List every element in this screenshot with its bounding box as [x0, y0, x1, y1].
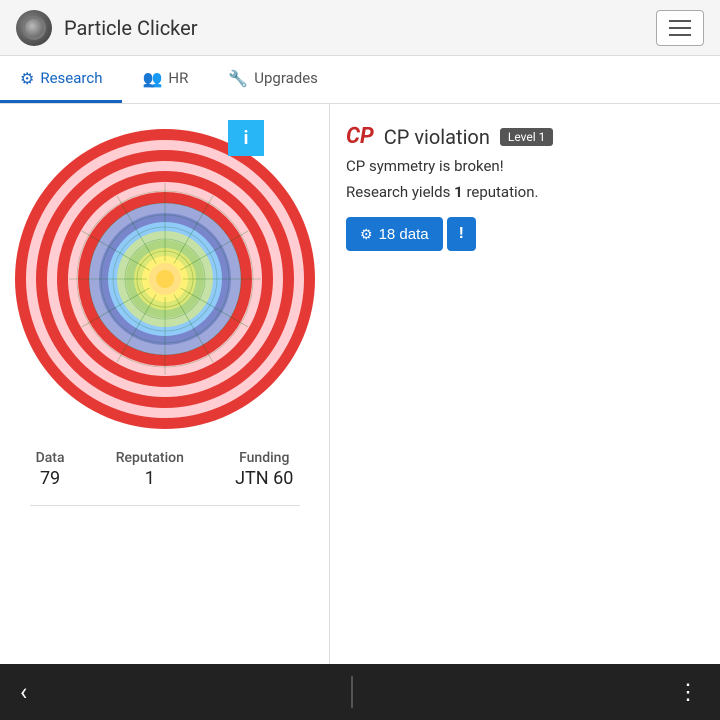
main-content: i Data 79 Reputation 1 Funding JTN 60 [0, 104, 720, 664]
funding-value: JTN 60 [235, 468, 293, 489]
tab-hr[interactable]: 👥 HR [122, 56, 208, 103]
research-description: CP symmetry is broken! [346, 157, 704, 175]
info-button[interactable]: i [228, 120, 264, 156]
hamburger-icon [669, 27, 691, 29]
yield-unit: reputation. [463, 183, 539, 201]
tab-research[interactable]: ⚙ Research [0, 56, 122, 103]
upgrades-icon: 🔧 [228, 69, 248, 88]
reputation-value: 1 [116, 468, 184, 489]
bottom-divider [351, 676, 353, 708]
yield-text: Research yields [346, 183, 454, 201]
funding-label: Funding [235, 450, 293, 466]
reputation-label: Reputation [116, 450, 184, 466]
research-yield: Research yields 1 reputation. [346, 183, 704, 201]
level-badge: Level 1 [500, 128, 554, 146]
stat-funding: Funding JTN 60 [235, 450, 293, 489]
stat-data: Data 79 [36, 450, 65, 489]
left-panel: i Data 79 Reputation 1 Funding JTN 60 [0, 104, 330, 664]
menu-button[interactable] [656, 10, 704, 46]
right-panel: CP CP violation Level 1 CP symmetry is b… [330, 104, 720, 664]
data-value: 79 [36, 468, 65, 489]
tab-research-label: Research [40, 69, 102, 87]
research-icon: ⚙ [20, 69, 34, 88]
research-name: CP violation [384, 125, 490, 149]
tab-hr-label: HR [168, 69, 188, 87]
gear-icon: ⚙ [360, 226, 373, 243]
tab-upgrades[interactable]: 🔧 Upgrades [208, 56, 338, 103]
back-button[interactable]: ‹ [20, 678, 27, 706]
research-title-row: CP CP violation Level 1 [346, 124, 704, 149]
top-bar: Particle Clicker [0, 0, 720, 56]
cp-violation-icon: CP [346, 124, 374, 149]
divider [30, 505, 300, 506]
exclaim-button[interactable]: ! [447, 217, 476, 251]
data-button[interactable]: ⚙ 18 data [346, 217, 443, 251]
data-label: Data [36, 450, 65, 466]
particle-visualization[interactable] [10, 124, 320, 434]
action-row: ⚙ 18 data ! [346, 217, 704, 251]
tab-upgrades-label: Upgrades [254, 69, 318, 87]
bottom-bar: ‹ ⋮ [0, 664, 720, 720]
app-logo-inner [22, 16, 46, 40]
app-title: Particle Clicker [64, 16, 198, 40]
research-item: CP CP violation Level 1 CP symmetry is b… [346, 124, 704, 251]
hamburger-icon [669, 34, 691, 36]
exclaim-icon: ! [459, 225, 464, 242]
app-logo [16, 10, 52, 46]
stats-row: Data 79 Reputation 1 Funding JTN 60 [0, 434, 329, 489]
info-icon: i [244, 128, 249, 149]
app-branding: Particle Clicker [16, 10, 198, 46]
more-options-button[interactable]: ⋮ [677, 680, 700, 705]
hamburger-icon [669, 20, 691, 22]
data-button-label: 18 data [379, 226, 429, 243]
tab-bar: ⚙ Research 👥 HR 🔧 Upgrades [0, 56, 720, 104]
stat-reputation: Reputation 1 [116, 450, 184, 489]
yield-amount: 1 [454, 183, 463, 201]
hr-icon: 👥 [142, 69, 162, 88]
